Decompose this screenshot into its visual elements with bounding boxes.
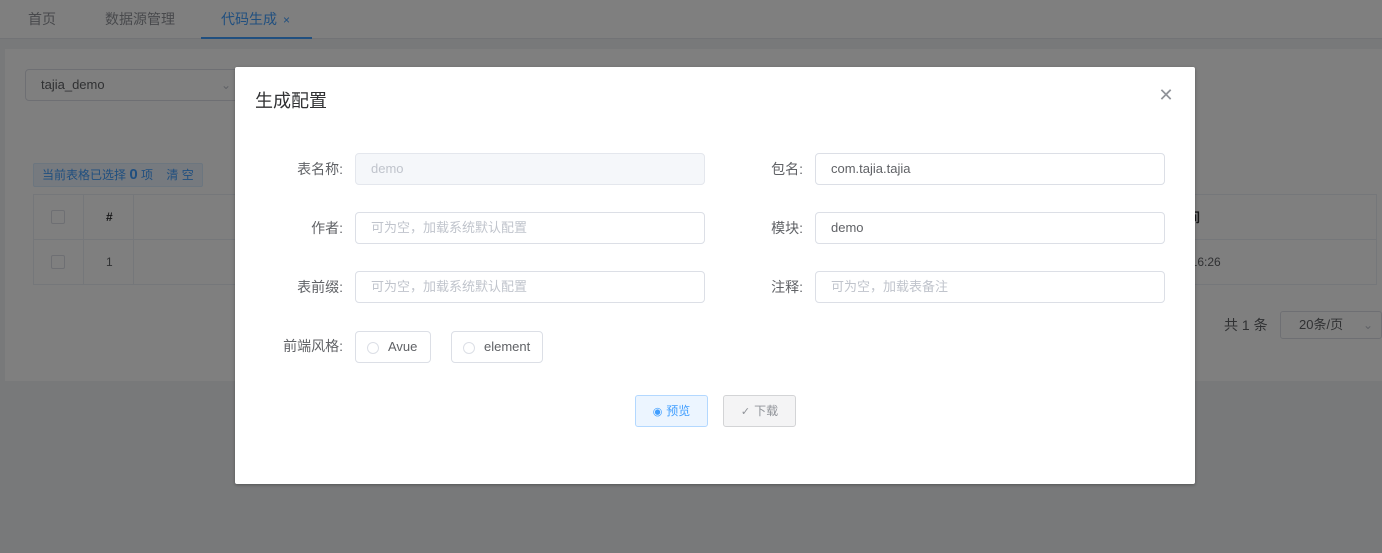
comment-placeholder: 可为空，加载表备注 [831, 279, 949, 294]
prefix-label: 表前缀: [297, 279, 343, 295]
radio-avue-label: Avue [388, 339, 418, 354]
package-label: 包名: [771, 161, 803, 177]
comment-input[interactable]: 可为空，加载表备注 [815, 271, 1165, 303]
prefix-placeholder: 可为空，加载系统默认配置 [371, 279, 528, 294]
module-value: demo [831, 220, 864, 235]
close-icon[interactable]: ✕ [1156, 85, 1176, 105]
check-icon: ✓ [740, 406, 751, 418]
author-label: 作者: [311, 220, 343, 236]
comment-label: 注释: [771, 279, 803, 295]
dialog-title: 生成配置 [255, 91, 327, 111]
radio-avue[interactable]: Avue [355, 331, 431, 363]
preview-button[interactable]: ◉ 预览 [635, 395, 708, 427]
package-input[interactable]: com.tajia.tajia [815, 153, 1165, 185]
table-name-label: 表名称: [297, 161, 343, 177]
radio-element[interactable]: element [451, 331, 543, 363]
preview-button-label: 预览 [666, 404, 691, 418]
radio-circle-icon [367, 342, 379, 354]
generate-config-dialog: 生成配置 ✕ 表名称: demo 包名: com.tajia.tajia 作者:… [235, 67, 1195, 484]
eye-icon: ◉ [652, 406, 663, 418]
download-button[interactable]: ✓ 下载 [723, 395, 796, 427]
prefix-input[interactable]: 可为空，加载系统默认配置 [355, 271, 705, 303]
module-label: 模块: [771, 220, 803, 236]
radio-element-label: element [484, 339, 531, 354]
author-input[interactable]: 可为空，加载系统默认配置 [355, 212, 705, 244]
style-label: 前端风格: [283, 338, 343, 354]
table-name-input: demo [355, 153, 705, 185]
module-input[interactable]: demo [815, 212, 1165, 244]
author-placeholder: 可为空，加载系统默认配置 [371, 220, 528, 235]
table-name-value: demo [371, 161, 404, 176]
radio-circle-icon [463, 342, 475, 354]
package-value: com.tajia.tajia [831, 161, 911, 176]
download-button-label: 下载 [754, 404, 779, 418]
